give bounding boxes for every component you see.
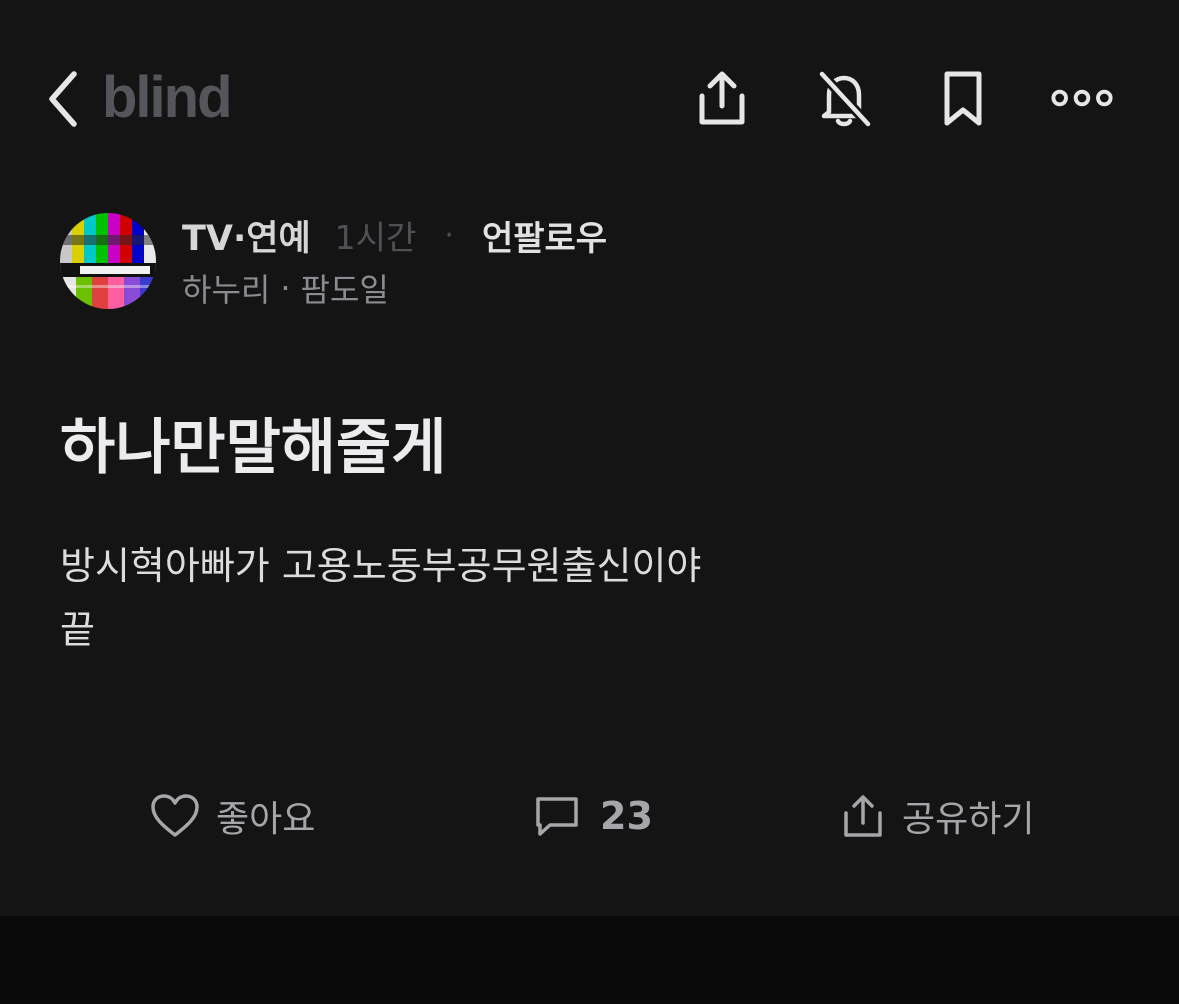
post-screen: blind TV·연예 1시간 · 언팔로우 하누리 · 팜도일 하나만말해줄게… [0, 0, 1179, 1004]
notification-off-button[interactable] [812, 66, 876, 130]
back-button[interactable] [44, 68, 84, 130]
category-label[interactable]: TV·연예 [182, 210, 311, 261]
post-title: 하나만말해줄게 [60, 413, 447, 483]
back-chevron-icon [49, 71, 77, 127]
more-options-button[interactable] [1050, 66, 1114, 130]
author-separator: · [280, 269, 291, 307]
bottom-divider-area [0, 916, 1179, 1004]
share-icon [699, 71, 745, 125]
tv-test-pattern-image [60, 213, 156, 309]
bell-off-icon [818, 70, 872, 128]
meta-separator: · [444, 217, 454, 253]
author-nickname: 팜도일 [300, 271, 389, 309]
channel-avatar[interactable] [60, 213, 156, 309]
post-container: blind TV·연예 1시간 · 언팔로우 하누리 · 팜도일 하나만말해줄게… [0, 0, 1179, 916]
share-post-button[interactable]: 공유하기 [840, 786, 1034, 846]
author-info: 하누리 · 팜도일 [182, 266, 389, 310]
author-company: 하누리 [182, 271, 271, 309]
post-time: 1시간 [334, 218, 417, 257]
comment-count: 23 [600, 794, 653, 838]
more-icon [1051, 89, 1113, 107]
bookmark-icon [944, 71, 982, 126]
comment-icon [536, 797, 578, 836]
share-button[interactable] [690, 66, 754, 130]
post-body: 방시혁아빠가 고용노동부공무원출신이야 끝 [60, 534, 701, 662]
post-meta: TV·연예 1시간 · 언팔로우 [182, 210, 607, 261]
like-label: 좋아요 [216, 799, 316, 840]
comment-button[interactable]: 23 [534, 786, 653, 846]
blind-logo[interactable]: blind [102, 66, 233, 130]
like-button[interactable]: 좋아요 [150, 786, 315, 846]
heart-icon [151, 794, 199, 837]
unfollow-button[interactable]: 언팔로우 [482, 211, 607, 260]
post-body-line: 끝 [60, 608, 95, 652]
share-icon [844, 795, 882, 837]
post-body-line: 방시혁아빠가 고용노동부공무원출신이야 [60, 544, 702, 588]
share-label: 공유하기 [902, 799, 1035, 840]
bookmark-button[interactable] [931, 66, 995, 130]
